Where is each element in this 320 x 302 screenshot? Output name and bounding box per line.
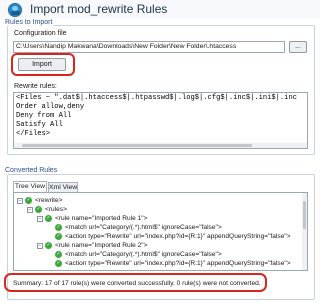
- tree-item-label: <rule name="Imported Rule 1">: [55, 215, 148, 222]
- tab-tree-view[interactable]: Tree View: [13, 181, 47, 192]
- tree-item-label: <match url="Category/(.*).html$" ignoreC…: [65, 224, 222, 231]
- import-rules-icon: [8, 3, 22, 17]
- tree-scrollbar[interactable]: [302, 193, 307, 270]
- green-check-icon: ✓: [55, 251, 62, 258]
- import-button[interactable]: Import: [18, 58, 66, 71]
- window-title: Import mod_rewrite Rules: [30, 2, 168, 16]
- rewrite-rules-label: Rewrite rules:: [14, 83, 57, 90]
- green-check-icon: ✓: [55, 233, 62, 240]
- converted-rules-tree[interactable]: − ✓ <rewrite> − ✓ <rules> − ✓ <rule name="Impo…: [13, 192, 308, 271]
- tree-item-label: <match url="Category/(.*).html$" ignoreC…: [65, 251, 222, 258]
- tree-item-action-1[interactable]: ✓ <action type="Rewrite" url="index.php?i…: [55, 232, 291, 241]
- tree-item-match-1[interactable]: ✓ <match url="Category/(.*).html$" ignore…: [55, 223, 222, 232]
- tree-item-match-2[interactable]: ✓ <match url="Category/(.*).html$" ignore…: [55, 250, 222, 259]
- tree-item-rule-1[interactable]: − ✓ <rule name="Imported Rule 1">: [37, 214, 147, 223]
- tree-item-action-2[interactable]: ✓ <action type="Rewrite" url="index.php?i…: [55, 259, 291, 268]
- green-check-icon: ✓: [45, 242, 52, 249]
- tree-item-label: <action type="Rewrite" url="index.php?id…: [65, 260, 291, 267]
- tree-item-label: <rule name="Imported Rule 2">: [55, 242, 148, 249]
- browse-button[interactable]: ...: [289, 41, 307, 53]
- collapse-toggle-icon[interactable]: −: [27, 206, 33, 213]
- rewrite-rules-textarea[interactable]: <Files ~ ".dat$|.htaccess$|.htpasswd$|.l…: [13, 92, 308, 149]
- green-check-icon: ✓: [55, 224, 62, 231]
- conversion-summary: Summary: 17 of 17 rule(s) were converted…: [13, 280, 261, 287]
- collapse-toggle-icon[interactable]: −: [17, 197, 23, 204]
- converted-rules-label: Converted Rules: [4, 167, 59, 174]
- config-file-label: Configuration file: [14, 30, 67, 37]
- green-check-icon: ✓: [45, 215, 52, 222]
- rewrite-rules-scrollbar[interactable]: [14, 143, 307, 148]
- tree-item-rule-2[interactable]: − ✓ <rule name="Imported Rule 2">: [37, 241, 147, 250]
- rewrite-rules-text: <Files ~ ".dat$|.htaccess$|.htpasswd$|.l…: [16, 94, 297, 138]
- tree-item-label: <rewrite>: [35, 197, 63, 204]
- tree-item-rules[interactable]: − ✓ <rules>: [27, 205, 67, 214]
- tree-item-rewrite[interactable]: − ✓ <rewrite>: [17, 196, 63, 205]
- rules-to-import-label: Rules to Import: [4, 19, 54, 26]
- title-bar: Import mod_rewrite Rules: [0, 0, 320, 19]
- tree-item-label: <action type="Rewrite" url="index.php?id…: [65, 233, 291, 240]
- green-check-icon: ✓: [35, 206, 42, 213]
- tree-scroll-thumb[interactable]: [303, 201, 306, 229]
- rewrite-rules-scroll-thumb[interactable]: [22, 144, 252, 147]
- green-check-icon: ✓: [25, 197, 32, 204]
- collapse-toggle-icon[interactable]: −: [37, 242, 43, 249]
- config-file-path-input[interactable]: C:\Users\Nandip Makwana\Downloads\New Fo…: [13, 41, 285, 53]
- tab-xml-view[interactable]: Xml View: [48, 182, 78, 192]
- tree-item-label: <rules>: [45, 206, 67, 213]
- collapse-toggle-icon[interactable]: −: [37, 215, 43, 222]
- green-check-icon: ✓: [55, 260, 62, 267]
